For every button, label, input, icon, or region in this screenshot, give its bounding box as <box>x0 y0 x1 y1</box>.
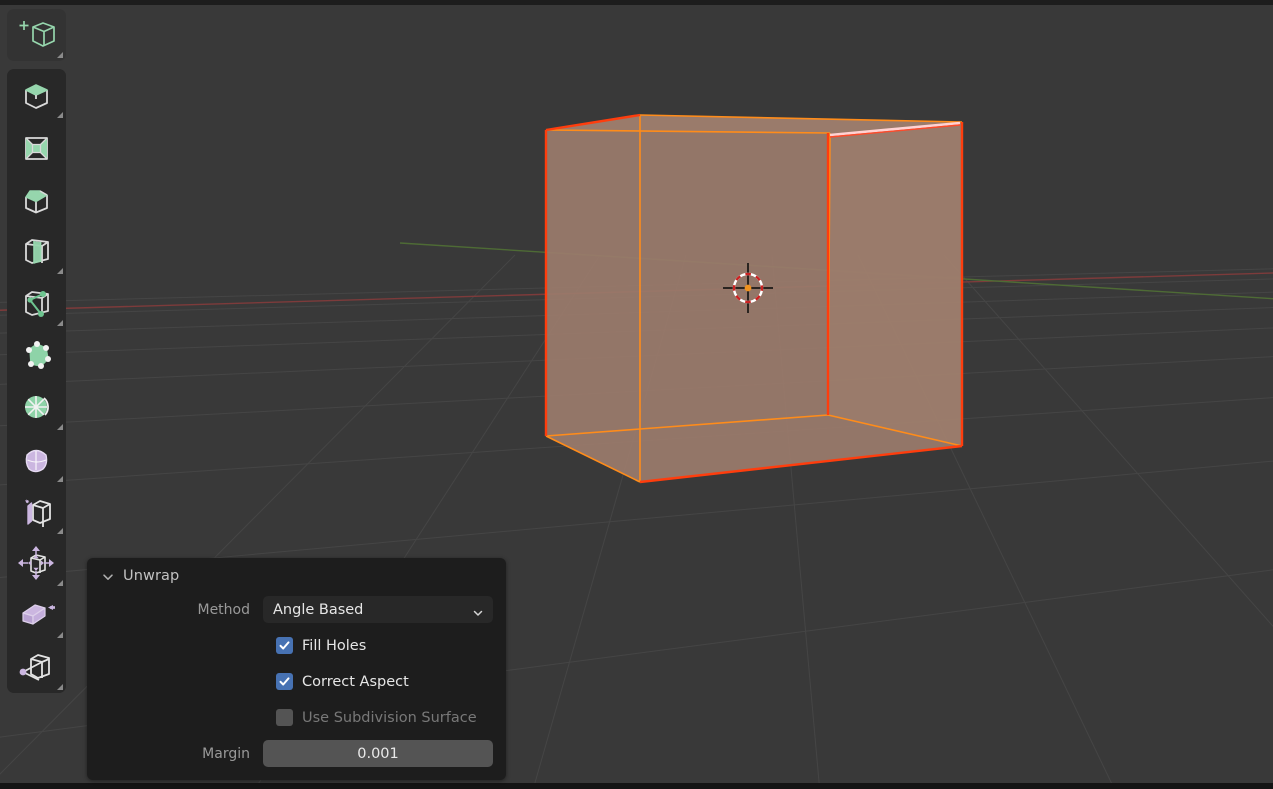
method-label: Method <box>197 601 250 618</box>
tool-submenu-corner[interactable] <box>57 684 63 690</box>
method-row: Method Angle Based <box>98 596 495 623</box>
correct-aspect-checkbox[interactable] <box>276 673 293 690</box>
use-subdivision-surface-row: Use Subdivision Surface <box>98 704 495 731</box>
unwrap-panel-body: Method Angle Based Fill Holes Correct As… <box>87 594 506 767</box>
tool-loop-cut[interactable] <box>7 225 66 277</box>
margin-row: Margin 0.001 <box>98 740 495 767</box>
toolbar[interactable] <box>7 9 66 701</box>
tool-edge-slide[interactable] <box>7 485 66 537</box>
method-dropdown[interactable]: Angle Based <box>263 596 493 623</box>
tool-submenu-corner[interactable] <box>57 268 63 274</box>
tool-submenu-corner[interactable] <box>57 632 63 638</box>
tool-bevel[interactable] <box>7 173 66 225</box>
correct-aspect-row: Correct Aspect <box>98 668 495 695</box>
tool-inset-faces[interactable] <box>7 121 66 173</box>
tool-poly-build[interactable] <box>7 329 66 381</box>
tool-extrude-region[interactable] <box>7 69 66 121</box>
margin-slider[interactable]: 0.001 <box>263 740 493 767</box>
tool-rip-region[interactable] <box>7 641 66 693</box>
unwrap-panel-header[interactable]: Unwrap <box>87 558 506 594</box>
tool-group-edit <box>7 69 66 693</box>
margin-value: 0.001 <box>357 745 399 762</box>
chevron-down-icon <box>472 604 484 616</box>
tool-submenu-corner[interactable] <box>57 112 63 118</box>
margin-label: Margin <box>202 745 250 762</box>
chevron-down-icon[interactable] <box>101 569 115 583</box>
tool-smooth[interactable] <box>7 433 66 485</box>
method-value: Angle Based <box>273 601 364 618</box>
tool-shear[interactable] <box>7 589 66 641</box>
3d-cursor-icon <box>723 263 773 313</box>
unwrap-operator-panel: Unwrap Method Angle Based Fill Holes Cor… <box>87 558 506 780</box>
tool-group-add <box>7 9 66 61</box>
use-subdivision-surface-checkbox[interactable] <box>276 709 293 726</box>
fill-holes-label: Fill Holes <box>302 637 367 654</box>
fill-holes-row: Fill Holes <box>98 632 495 659</box>
window-bottom-strip <box>0 783 1273 789</box>
tool-submenu-corner[interactable] <box>57 580 63 586</box>
tool-submenu-corner[interactable] <box>57 424 63 430</box>
use-subdivision-surface-label: Use Subdivision Surface <box>302 709 477 726</box>
tool-submenu-corner[interactable] <box>57 476 63 482</box>
tool-submenu-corner[interactable] <box>57 528 63 534</box>
tool-submenu-corner[interactable] <box>57 52 63 58</box>
fill-holes-checkbox[interactable] <box>276 637 293 654</box>
unwrap-panel-title: Unwrap <box>123 568 180 584</box>
tool-submenu-corner[interactable] <box>57 320 63 326</box>
tool-knife[interactable] <box>7 277 66 329</box>
tool-add-cube[interactable] <box>7 9 66 61</box>
tool-spin[interactable] <box>7 381 66 433</box>
tool-shrink-fatten[interactable] <box>7 537 66 589</box>
correct-aspect-label: Correct Aspect <box>302 673 409 690</box>
blender-window: Unwrap Method Angle Based Fill Holes Cor… <box>0 0 1273 789</box>
